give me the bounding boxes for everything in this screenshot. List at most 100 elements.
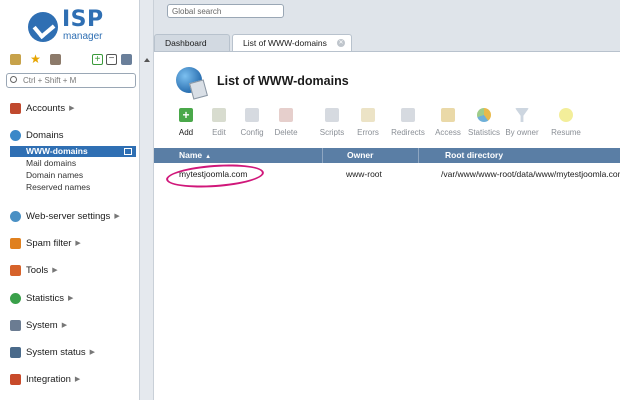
lock-icon <box>441 108 455 122</box>
main-content: List of WWW-domains + Add Edit Config De… <box>154 51 620 400</box>
pie-chart-icon <box>477 108 491 122</box>
tool-label: Edit <box>212 128 226 137</box>
sidebar-splitter[interactable] <box>140 0 154 400</box>
tool-label: Add <box>178 128 194 137</box>
sidebar-item-tools[interactable]: Tools ▶ <box>10 263 58 277</box>
sidebar-subitem-www-domains[interactable]: WWW-domains <box>10 146 136 157</box>
sidebar-item-statistics[interactable]: Statistics ▶ <box>10 291 73 305</box>
chevron-right-icon: ▶ <box>75 240 81 247</box>
sidebar-subitem-label: WWW-domains <box>26 146 88 156</box>
tab-dashboard[interactable]: Dashboard <box>154 34 230 51</box>
sidebar-item-label: System status <box>26 346 86 358</box>
logo-icon <box>28 12 58 42</box>
add-button[interactable]: + Add <box>168 108 204 137</box>
sidebar-item-web-server-settings[interactable]: Web-server settings ▶ <box>10 209 120 223</box>
statistics-button[interactable]: Statistics <box>466 108 502 137</box>
sidebar-item-label: Web-server settings <box>26 210 111 222</box>
accounts-icon <box>10 102 21 114</box>
chevron-right-icon: ▶ <box>69 105 75 112</box>
logo-text-manager: manager <box>63 31 103 42</box>
tab-www-domains[interactable]: List of WWW-domains ✕ <box>232 34 352 51</box>
tools-icon <box>10 264 21 276</box>
tool-label: Scripts <box>319 128 345 137</box>
filter-icon <box>515 108 529 122</box>
global-search-placeholder: Global search <box>172 7 222 16</box>
collapse-arrow-icon[interactable] <box>144 58 150 62</box>
sidebar-item-label: Integration <box>26 373 71 385</box>
favorites-star-icon[interactable]: ★ <box>30 53 41 65</box>
ispmanager-logo[interactable]: ISP manager <box>28 7 128 46</box>
edit-button[interactable]: Edit <box>201 108 237 137</box>
page-title: List of WWW-domains <box>217 74 349 88</box>
sidebar: ISP manager ★ + − Ctrl + Shift + M Accou… <box>0 0 140 400</box>
open-new-window-icon[interactable] <box>124 148 132 155</box>
sidebar-subitem-domain-names[interactable]: Domain names <box>26 170 83 181</box>
chevron-right-icon: ▶ <box>89 349 96 356</box>
config-button[interactable]: Config <box>234 108 270 137</box>
briefcase-icon[interactable] <box>50 54 61 65</box>
pin-icon[interactable] <box>121 54 132 65</box>
search-icon <box>10 76 17 83</box>
sidebar-item-system[interactable]: System ▶ <box>10 318 67 332</box>
scripts-button[interactable]: Scripts <box>314 108 350 137</box>
chevron-right-icon: ▶ <box>68 295 74 302</box>
sidebar-subitem-mail-domains[interactable]: Mail domains <box>26 158 76 169</box>
errors-icon <box>361 108 375 122</box>
column-header-root-directory[interactable]: Root directory <box>418 148 620 163</box>
column-header-owner[interactable]: Owner <box>322 148 418 163</box>
tool-label: Resume <box>551 128 581 137</box>
cell-owner: www-root <box>346 169 382 179</box>
delete-button[interactable]: Delete <box>268 108 304 137</box>
config-icon <box>245 108 259 122</box>
access-button[interactable]: Access <box>430 108 466 137</box>
system-icon <box>10 319 21 331</box>
sidebar-item-integration[interactable]: Integration ▶ <box>10 372 80 386</box>
delete-icon <box>279 108 293 122</box>
tab-bar: Dashboard List of WWW-domains ✕ <box>154 34 620 51</box>
cell-root-directory: /var/www/www-root/data/www/mytestjoomla.… <box>441 169 620 179</box>
redirects-button[interactable]: Redirects <box>390 108 426 137</box>
chevron-right-icon: ▶ <box>52 267 58 274</box>
sidebar-item-label: System <box>26 319 58 331</box>
column-header-label: Owner <box>347 150 374 160</box>
statistics-icon <box>10 292 21 304</box>
global-search-input[interactable]: Global search <box>167 4 284 18</box>
integration-icon <box>10 373 21 385</box>
sidebar-item-accounts[interactable]: Accounts ▶ <box>10 101 74 115</box>
column-header-label: Root directory <box>445 150 504 160</box>
sidebar-item-label: Accounts <box>26 102 66 114</box>
www-domains-globe-icon <box>176 67 202 93</box>
sidebar-item-system-status[interactable]: System status ▶ <box>10 345 95 359</box>
top-bar: Global search <box>154 0 620 32</box>
tab-label: Dashboard <box>165 38 207 48</box>
filter-by-owner-button[interactable]: By owner <box>504 108 540 137</box>
tool-label: Delete <box>274 128 298 137</box>
menu-search-placeholder: Ctrl + Shift + M <box>23 76 77 85</box>
tool-label: By owner <box>505 128 539 137</box>
sidebar-item-label: Tools <box>26 264 49 276</box>
tool-label: Statistics <box>467 128 500 137</box>
collapse-all-icon[interactable]: − <box>106 54 117 65</box>
sidebar-item-domains[interactable]: Domains <box>10 128 64 142</box>
column-header-name[interactable]: Name ▲ <box>154 148 322 163</box>
errors-button[interactable]: Errors <box>350 108 386 137</box>
menu-search-input[interactable]: Ctrl + Shift + M <box>6 73 136 88</box>
sidebar-subitem-reserved-names[interactable]: Reserved names <box>26 182 90 193</box>
tool-label: Redirects <box>391 128 425 137</box>
scripts-icon <box>325 108 339 122</box>
domains-icon <box>10 129 21 141</box>
tab-label: List of WWW-domains <box>243 38 327 48</box>
expand-all-icon[interactable]: + <box>92 54 103 65</box>
tool-label: Access <box>435 128 461 137</box>
menu-icon[interactable] <box>10 54 21 65</box>
sort-ascending-icon: ▲ <box>205 154 212 160</box>
tool-label: Config <box>240 128 264 137</box>
edit-icon <box>212 108 226 122</box>
column-header-label: Name <box>179 150 203 160</box>
close-tab-icon[interactable]: ✕ <box>337 39 345 47</box>
sidebar-item-spam-filter[interactable]: Spam filter ▶ <box>10 236 81 250</box>
table-header: Name ▲ Owner Root directory <box>154 148 620 163</box>
lightbulb-icon <box>559 108 573 122</box>
chevron-right-icon: ▶ <box>74 376 81 383</box>
resume-button[interactable]: Resume <box>548 108 584 137</box>
